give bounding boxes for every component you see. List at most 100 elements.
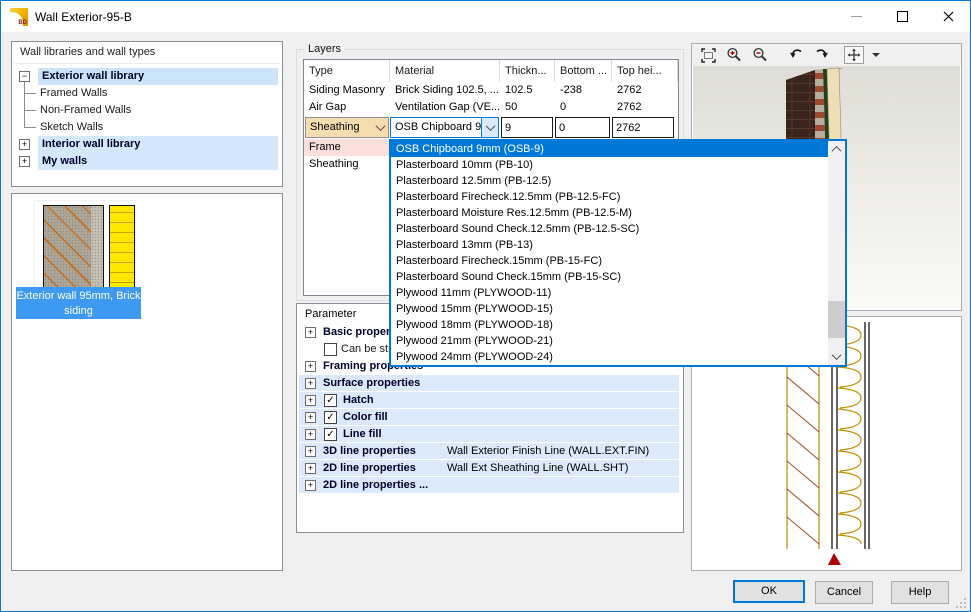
dropdown-option[interactable]: Plywood 11mm (PLYWOOD-11): [391, 285, 828, 301]
param-surface-properties[interactable]: + Surface properties: [297, 375, 682, 392]
tree-item-my-walls[interactable]: + My walls: [12, 153, 281, 170]
wall-thumbnail[interactable]: [34, 200, 136, 294]
checkbox-unchecked[interactable]: [324, 343, 337, 356]
param-hatch[interactable]: + ✓ Hatch: [297, 392, 682, 409]
param-3d-line-properties[interactable]: + 3D line properties Wall Exterior Finis…: [297, 443, 682, 460]
dropdown-option[interactable]: Plasterboard 12.5mm (PB-12.5): [391, 173, 828, 189]
help-button[interactable]: Help: [891, 581, 949, 604]
param-line-fill[interactable]: + ✓ Line fill: [297, 426, 682, 443]
thickness-input[interactable]: [501, 117, 553, 138]
dropdown-option[interactable]: Plasterboard Firecheck.15mm (PB-15-FC): [391, 253, 828, 269]
zoom-in-button[interactable]: [724, 46, 744, 64]
rotate-right-icon: [814, 48, 830, 63]
chevron-down-icon: [872, 53, 880, 57]
dropdown-option[interactable]: Plywood 24mm (PLYWOOD-24): [391, 349, 828, 365]
wall-library-panel: Wall libraries and wall types − Exterior…: [11, 41, 283, 187]
chevron-down-icon: [832, 350, 842, 360]
maximize-button[interactable]: [879, 1, 925, 31]
dropdown-option[interactable]: Plasterboard Sound Check.12.5mm (PB-12.5…: [391, 221, 828, 237]
fit-view-icon: [701, 48, 716, 63]
layer-row[interactable]: Siding Masonry Brick Siding 102.5, ... 1…: [304, 82, 678, 99]
expand-icon[interactable]: +: [305, 395, 316, 406]
tree-item-framed-walls[interactable]: Framed Walls: [12, 85, 281, 102]
expand-icon[interactable]: +: [305, 463, 316, 474]
close-button[interactable]: [925, 1, 971, 31]
thumb-airgap-layer: [91, 205, 104, 291]
zoom-out-button[interactable]: [750, 46, 770, 64]
fit-view-button[interactable]: [698, 46, 718, 64]
ok-button[interactable]: OK: [733, 580, 805, 603]
expand-icon[interactable]: +: [19, 139, 30, 150]
chevron-up-icon: [832, 146, 842, 156]
wall-thumbnail-caption[interactable]: Exterior wall 95mm, Brick siding: [16, 287, 141, 319]
dropdown-option[interactable]: Plasterboard 10mm (PB-10): [391, 157, 828, 173]
expand-icon[interactable]: +: [305, 361, 316, 372]
param-2d-line-properties-2[interactable]: + 2D line properties ...: [297, 477, 682, 494]
dropdown-option[interactable]: Plasterboard Firecheck.12.5mm (PB-12.5-F…: [391, 189, 828, 205]
scroll-down-button[interactable]: [828, 348, 845, 365]
pan-button[interactable]: [844, 46, 864, 64]
dropdown-option[interactable]: Plywood 18mm (PLYWOOD-18): [391, 317, 828, 333]
tree-item-sketch-walls[interactable]: Sketch Walls: [12, 119, 281, 136]
dropdown-option[interactable]: Plywood 15mm (PLYWOOD-15): [391, 301, 828, 317]
title-bar: BD Wall Exterior-95-B: [1, 1, 970, 32]
expand-icon[interactable]: +: [305, 327, 316, 338]
col-thickness[interactable]: Thickn...: [500, 60, 555, 82]
scrollbar-thumb[interactable]: [828, 301, 845, 338]
layer-row-editing: Sheathing OSB Chipboard 9n: [304, 116, 678, 139]
col-material[interactable]: Material: [390, 60, 500, 82]
dropdown-option[interactable]: Plasterboard Moisture Res.12.5mm (PB-12.…: [391, 205, 828, 221]
expand-icon[interactable]: +: [305, 412, 316, 423]
param-color-fill[interactable]: + ✓ Color fill: [297, 409, 682, 426]
top-height-input[interactable]: [612, 117, 674, 138]
param-value: Wall Ext Sheathing Line (WALL.SHT): [447, 460, 628, 477]
expand-icon[interactable]: +: [305, 378, 316, 389]
checkbox-checked[interactable]: ✓: [324, 394, 337, 407]
col-top-height[interactable]: Top hei...: [612, 60, 678, 82]
rotate-right-button[interactable]: [812, 46, 832, 64]
checkbox-checked[interactable]: ✓: [324, 428, 337, 441]
collapse-icon[interactable]: −: [19, 71, 30, 82]
expand-icon[interactable]: +: [19, 156, 30, 167]
expand-icon[interactable]: +: [305, 429, 316, 440]
resize-grip[interactable]: [956, 598, 966, 608]
parameter-panel-header: Parameter: [305, 308, 356, 320]
dropdown-scrollbar[interactable]: [828, 141, 845, 365]
chevron-down-icon[interactable]: [481, 118, 498, 137]
dropdown-option[interactable]: Plywood 21mm (PLYWOOD-21): [391, 333, 828, 349]
minimize-button[interactable]: [833, 1, 879, 31]
material-combobox[interactable]: OSB Chipboard 9n: [390, 117, 499, 138]
col-bottom[interactable]: Bottom ...: [555, 60, 612, 82]
param-2d-line-properties[interactable]: + 2D line properties Wall Ext Sheathing …: [297, 460, 682, 477]
layers-group-label: Layers: [305, 43, 344, 55]
section-marker-icon: [828, 553, 841, 565]
layer-row[interactable]: Air Gap Ventilation Gap (VE... 50 0 2762: [304, 99, 678, 116]
checkbox-checked[interactable]: ✓: [324, 411, 337, 424]
tree-item-exterior-wall-library[interactable]: − Exterior wall library: [12, 68, 281, 85]
bottom-height-input[interactable]: [555, 117, 610, 138]
layer-type-combobox[interactable]: Sheathing: [305, 117, 389, 138]
tree-item-non-framed-walls[interactable]: Non-Framed Walls: [12, 102, 281, 119]
scroll-up-button[interactable]: [828, 141, 845, 158]
maximize-icon: [897, 11, 908, 22]
col-type[interactable]: Type: [304, 60, 390, 82]
tool-options-dropdown[interactable]: [870, 46, 882, 64]
dropdown-option[interactable]: Plasterboard 13mm (PB-13): [391, 237, 828, 253]
close-icon: [943, 11, 954, 22]
rotate-left-button[interactable]: [786, 46, 806, 64]
window-title: Wall Exterior-95-B: [35, 10, 132, 24]
dropdown-option-selected[interactable]: OSB Chipboard 9mm (OSB-9): [391, 141, 828, 157]
library-panel-header: Wall libraries and wall types: [20, 46, 155, 58]
tree-item-interior-wall-library[interactable]: + Interior wall library: [12, 136, 281, 153]
expand-icon[interactable]: +: [305, 480, 316, 491]
zoom-in-icon: [726, 47, 742, 63]
thumb-brick-layer: [43, 205, 93, 291]
expand-icon[interactable]: +: [305, 446, 316, 457]
dropdown-option[interactable]: Plasterboard Sound Check.15mm (PB-15-SC): [391, 269, 828, 285]
chevron-down-icon[interactable]: [372, 118, 388, 137]
rotate-left-icon: [788, 48, 804, 63]
material-dropdown-list: OSB Chipboard 9mm (OSB-9) Plasterboard 1…: [389, 139, 847, 367]
param-value: Wall Exterior Finish Line (WALL.EXT.FIN): [447, 443, 649, 460]
minimize-icon: [851, 16, 862, 17]
cancel-button[interactable]: Cancel: [815, 581, 873, 604]
